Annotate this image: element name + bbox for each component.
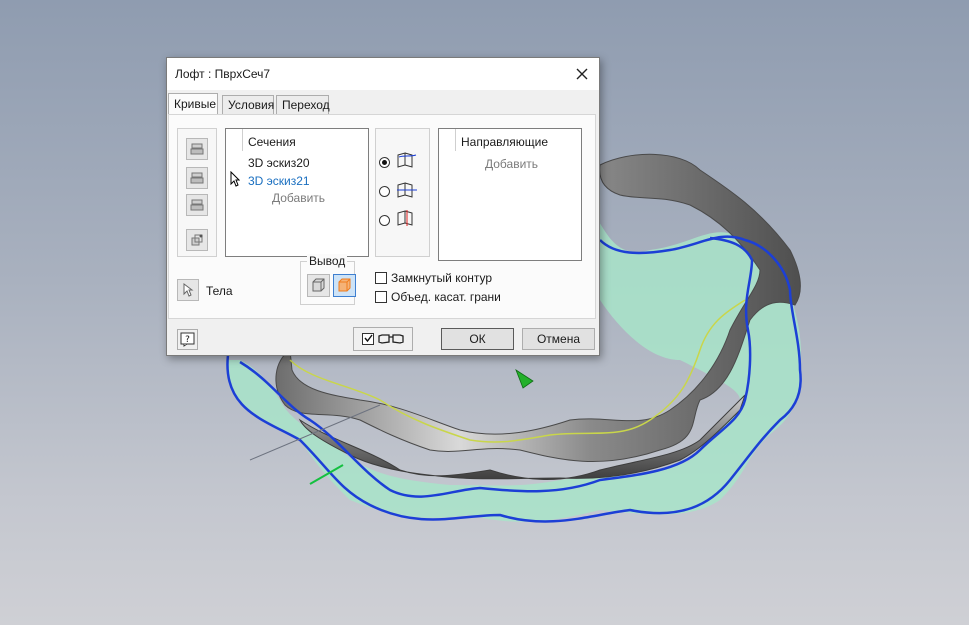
- close-button[interactable]: [571, 63, 593, 85]
- checkmark-icon: [364, 334, 373, 343]
- mouse-cursor-icon: [230, 171, 240, 187]
- reorder-button[interactable]: [186, 194, 208, 216]
- center-line-mode-icon: [397, 182, 417, 198]
- merge-faces-option[interactable]: Объед. касат. грани: [375, 290, 501, 304]
- stack-down-icon: [190, 172, 204, 184]
- closed-loop-option[interactable]: Замкнутый контур: [375, 271, 492, 285]
- rails-header-separator: [455, 129, 456, 151]
- preview-checkbox[interactable]: [362, 333, 374, 345]
- close-icon: [576, 68, 588, 80]
- section-item-2[interactable]: 3D эскиз21: [248, 174, 310, 188]
- help-button[interactable]: ?: [177, 329, 198, 350]
- sections-add-link[interactable]: Добавить: [272, 191, 325, 205]
- loft-dialog: Лофт : ПврхСеч7 Кривые Условия Переход С…: [166, 57, 600, 356]
- tab-curves[interactable]: Кривые: [168, 93, 218, 114]
- bodies-label: Тела: [206, 284, 233, 298]
- tab-transition[interactable]: Переход: [276, 95, 330, 114]
- mode-area-radio[interactable]: [379, 215, 390, 226]
- tab-panel-curves: Сечения 3D эскиз20 3D эскиз21 Добавить Н…: [168, 114, 596, 319]
- sections-header: Сечения: [248, 135, 296, 149]
- move-up-button[interactable]: [186, 138, 208, 160]
- sections-header-separator: [242, 129, 243, 151]
- point-set-icon: [191, 234, 203, 246]
- select-arrow-icon: [183, 283, 194, 297]
- merge-faces-label: Объед. касат. грани: [391, 290, 501, 304]
- merge-faces-checkbox[interactable]: [375, 291, 387, 303]
- closed-loop-checkbox[interactable]: [375, 272, 387, 284]
- rails-list[interactable]: Направляющие Добавить: [438, 128, 582, 261]
- rails-header: Направляющие: [461, 135, 549, 149]
- stack-icon: [190, 199, 204, 211]
- tab-conditions[interactable]: Условия: [222, 95, 274, 114]
- loft-mode-group: [375, 128, 430, 257]
- rails-mode-icon: [397, 152, 417, 168]
- cancel-button[interactable]: Отмена: [522, 328, 595, 350]
- mode-center-line-radio[interactable]: [379, 186, 390, 197]
- solid-body-icon: [312, 278, 325, 292]
- area-loft-mode-icon: [397, 210, 413, 226]
- surface-body-icon: [338, 278, 351, 292]
- move-down-button[interactable]: [186, 167, 208, 189]
- dialog-title: Лофт : ПврхСеч7: [175, 67, 271, 81]
- dialog-titlebar[interactable]: Лофт : ПврхСеч7: [167, 58, 599, 90]
- help-icon: ?: [180, 332, 195, 347]
- output-surface-button[interactable]: [333, 274, 356, 297]
- output-group-title: Вывод: [307, 254, 348, 268]
- section-tools: [177, 128, 217, 257]
- stack-up-icon: [190, 143, 204, 155]
- svg-text:?: ?: [185, 335, 190, 345]
- preview-toggle[interactable]: [353, 327, 413, 351]
- point-mapping-button[interactable]: [186, 229, 208, 251]
- section-item-1[interactable]: 3D эскиз20: [248, 156, 310, 170]
- ok-button[interactable]: ОК: [441, 328, 514, 350]
- bodies-select-button[interactable]: [177, 279, 199, 301]
- closed-loop-label: Замкнутый контур: [391, 271, 493, 285]
- sections-list[interactable]: Сечения 3D эскиз20 3D эскиз21 Добавить: [225, 128, 369, 257]
- output-solid-button[interactable]: [307, 274, 330, 297]
- glasses-icon: [378, 334, 404, 344]
- mode-rails-radio[interactable]: [379, 157, 390, 168]
- rails-add-link[interactable]: Добавить: [485, 157, 538, 171]
- direction-arrow-icon[interactable]: [515, 368, 534, 389]
- output-group: Вывод: [300, 254, 356, 305]
